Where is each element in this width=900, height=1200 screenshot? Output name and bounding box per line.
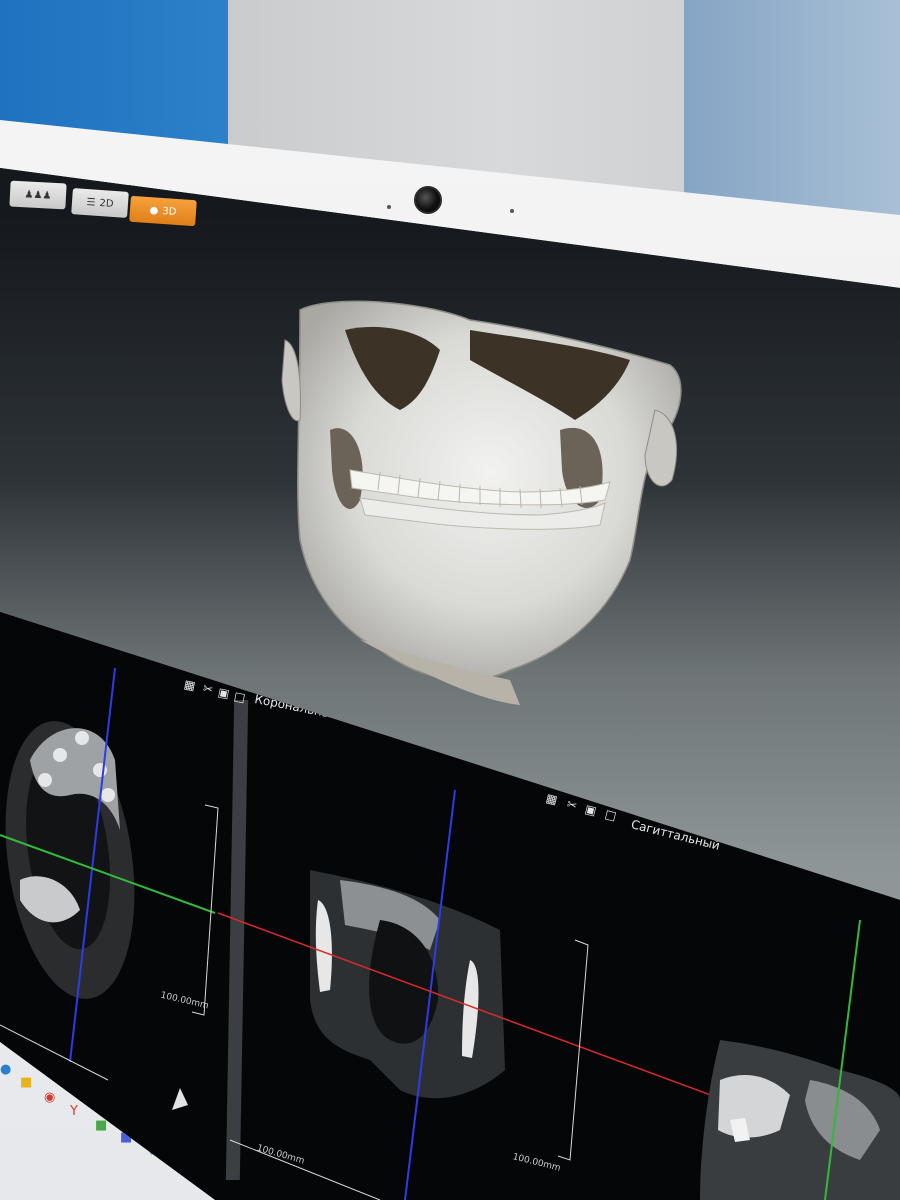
chrome-icon[interactable]: ◉ (44, 1090, 55, 1105)
axial-slice-panel (0, 667, 219, 1110)
layers-icon: ☰ (86, 196, 96, 209)
people-icon: ♟♟♟ (24, 188, 52, 202)
webcam-icon (414, 186, 442, 214)
start-icon[interactable]: ● (0, 1062, 11, 1077)
cube-icon: ● (149, 204, 159, 217)
sensor-dot (510, 209, 514, 213)
folder-icon[interactable]: ■ (20, 1075, 32, 1090)
tab-3d[interactable]: ● 3D (129, 195, 197, 227)
tab-patients[interactable]: ♟♟♟ (9, 180, 67, 210)
sagittal-slice-panel (700, 919, 900, 1200)
tab-2d-label: 2D (99, 197, 114, 210)
tab-3d-label: 3D (161, 205, 177, 218)
app-icon[interactable]: ■ (95, 1118, 107, 1133)
yandex-icon[interactable]: Y (70, 1104, 78, 1119)
sensor-dot (387, 205, 391, 209)
tab-2d[interactable]: ☰ 2D (71, 188, 129, 218)
